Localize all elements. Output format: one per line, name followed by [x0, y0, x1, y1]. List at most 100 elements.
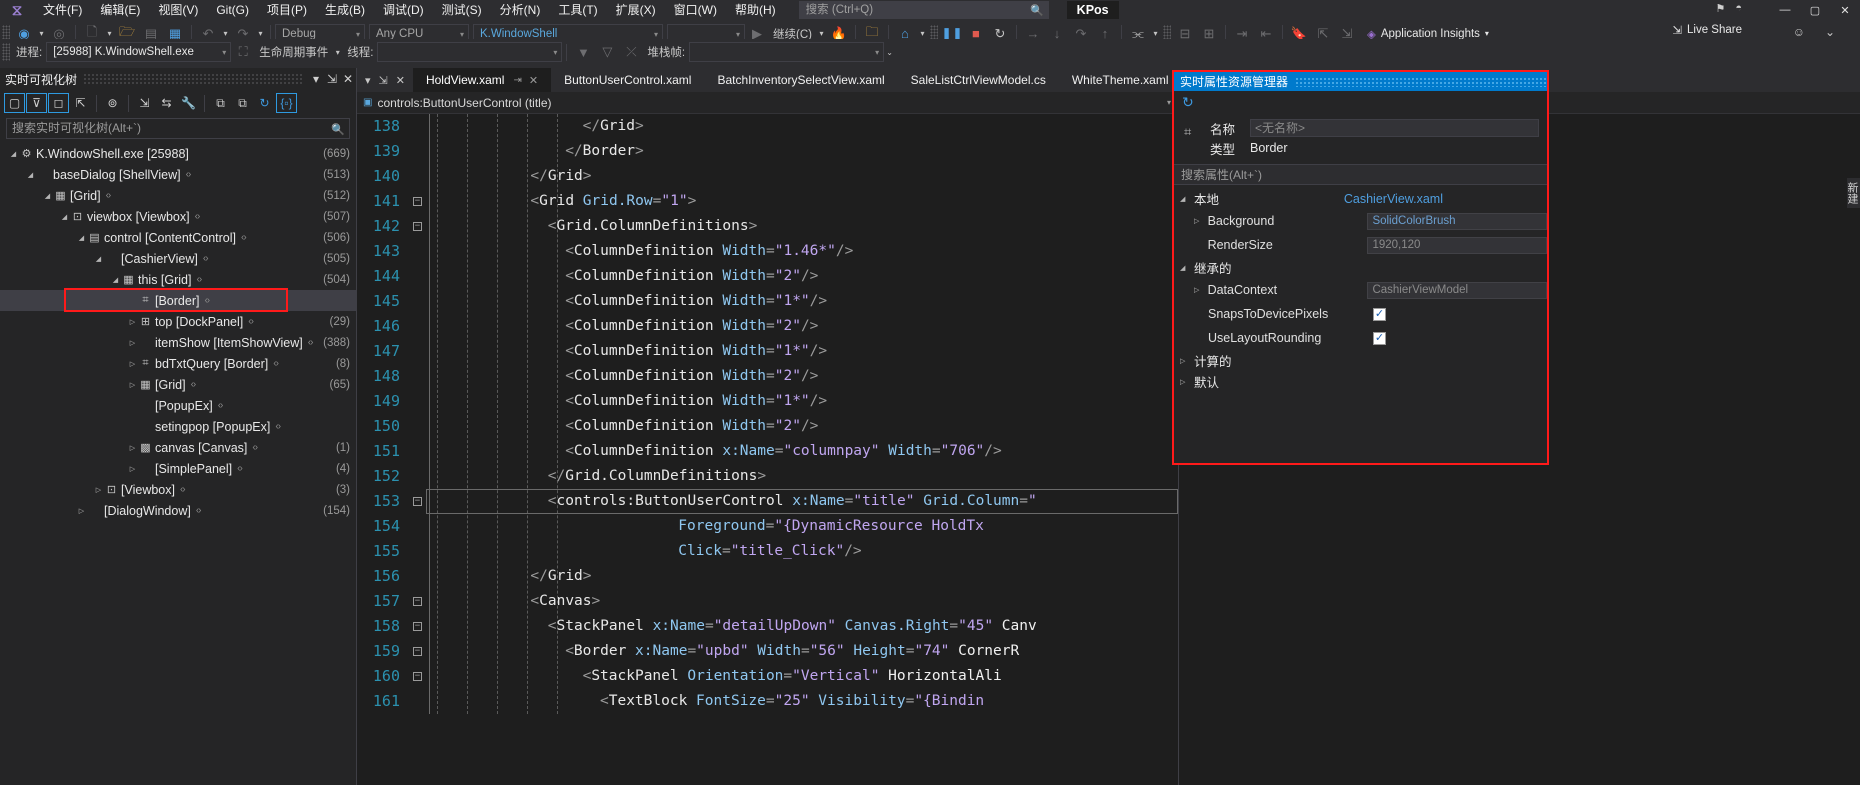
tree-item[interactable]: ▷ ▦ [Grid] ‹› (65)	[0, 374, 356, 395]
close-button[interactable]: ✕	[1830, 4, 1860, 17]
show-source-icon[interactable]: ‹›	[191, 379, 197, 390]
chevron-down-icon[interactable]: ▾	[1167, 98, 1171, 107]
show-source-icon[interactable]: ‹›	[186, 169, 192, 180]
menu-item-6[interactable]: 调试(D)	[374, 0, 433, 20]
live-share-button[interactable]: ⇲ Live Share	[1672, 23, 1742, 37]
notifications-icon[interactable]: ⚑	[1715, 2, 1725, 15]
property-checkbox[interactable]: ✓	[1373, 331, 1386, 345]
editor-tab[interactable]: ButtonUserControl.xaml	[551, 68, 704, 92]
editor-tab[interactable]: SaleListCtrlViewModel.cs	[898, 68, 1059, 92]
show-source-icon[interactable]: ‹›	[195, 211, 201, 222]
search-input[interactable]: 搜索 (Ctrl+Q) 🔍	[798, 1, 1049, 19]
code-line[interactable]: 139 </Border>	[357, 139, 1178, 164]
lifecycle-events-icon[interactable]: ⛶	[231, 41, 255, 63]
expand-arrow-icon[interactable]: ▷	[127, 318, 138, 326]
show-source-icon[interactable]: ‹›	[273, 358, 279, 369]
process-combo[interactable]: [25988] K.WindowShell.exe	[46, 42, 232, 62]
show-source-icon[interactable]: ‹›	[308, 337, 314, 348]
breadcrumb-left[interactable]: ▣ controls:ButtonUserControl (title) ▾	[357, 92, 1178, 114]
filter-clear-icon[interactable]: ▽	[595, 41, 619, 63]
expand-arrow-icon[interactable]: ▷	[127, 360, 138, 368]
copy-xaml-icon[interactable]: ⧉	[210, 93, 231, 113]
collapse-region-icon[interactable]: −	[409, 197, 426, 206]
minimize-button[interactable]: —	[1770, 4, 1800, 16]
tree-item[interactable]: ▷ [SimplePanel] ‹› (4)	[0, 458, 356, 479]
account-icon[interactable]: ◓	[1735, 2, 1742, 15]
search-icon[interactable]: 🔍	[331, 121, 345, 140]
collapse-region-icon[interactable]: −	[409, 222, 426, 231]
show-source-icon[interactable]: ‹›	[241, 232, 247, 243]
select-element-icon[interactable]: ▢	[4, 93, 25, 113]
insights-caret-icon[interactable]: ▾	[1485, 29, 1489, 38]
live-visual-tree-caret-icon[interactable]: ▾	[917, 29, 928, 38]
swap-icon[interactable]: ⇆	[156, 93, 177, 113]
debug-toolbar-grip[interactable]	[2, 43, 10, 61]
toolbar-overflow-icon[interactable]: ⌄	[1825, 25, 1835, 39]
expand-arrow-icon[interactable]: ▷	[1180, 378, 1194, 386]
code-line[interactable]: 155 Click="title_Click"/>	[357, 539, 1178, 564]
show-source-icon[interactable]: ‹›	[180, 484, 186, 495]
show-source-icon[interactable]: ‹›	[275, 421, 281, 432]
editor-tab[interactable]: BatchInventorySelectView.xaml	[704, 68, 897, 92]
pin-icon[interactable]: ⇥	[513, 75, 521, 86]
code-line[interactable]: 146 <ColumnDefinition Width="2"/>	[357, 314, 1178, 339]
code-line[interactable]: 152 </Grid.ColumnDefinitions>	[357, 464, 1178, 489]
property-value-field[interactable]: CashierViewModel	[1367, 281, 1547, 299]
undo-caret-icon[interactable]: ▾	[220, 29, 231, 38]
expand-arrow-icon[interactable]: ▷	[127, 339, 138, 347]
preview-selection-icon[interactable]: ◻	[48, 93, 69, 113]
editor-tab[interactable]: WhiteTheme.xaml	[1059, 68, 1182, 92]
code-line[interactable]: 143 <ColumnDefinition Width="1.46*"/>	[357, 239, 1178, 264]
tree-item[interactable]: ◢ ▦ [Grid] ‹› (512)	[0, 185, 356, 206]
property-row[interactable]: SnapsToDevicePixels ✓	[1174, 302, 1547, 326]
collapse-arrow-icon[interactable]: ◢	[59, 213, 70, 221]
copy-tree-icon[interactable]: ⧉	[232, 93, 253, 113]
redo-caret-icon[interactable]: ▾	[255, 29, 266, 38]
element-name-input[interactable]: <无名称>	[1250, 119, 1539, 137]
show-source-icon[interactable]: ‹›	[218, 400, 224, 411]
code-line[interactable]: 150 <ColumnDefinition Width="2"/>	[357, 414, 1178, 439]
expand-arrow-icon[interactable]: ▷	[127, 444, 138, 452]
property-search-input[interactable]: 搜索属性(Alt+`)	[1174, 164, 1547, 185]
show-source-icon[interactable]: ‹›	[252, 442, 258, 453]
property-panel-drag-handle[interactable]	[1295, 76, 1547, 87]
property-group-header[interactable]: ◢ 继承的	[1174, 257, 1547, 278]
code-line[interactable]: 142− <Grid.ColumnDefinitions>	[357, 214, 1178, 239]
collapse-region-icon[interactable]: −	[409, 647, 426, 656]
menu-item-5[interactable]: 生成(B)	[316, 0, 374, 20]
property-row[interactable]: ▷ DataContext CashierViewModel	[1174, 278, 1547, 302]
collapse-arrow-icon[interactable]: ◢	[110, 276, 121, 284]
expand-arrow-icon[interactable]: ▷	[127, 381, 138, 389]
code-line[interactable]: 161 <TextBlock FontSize="25" Visibility="…	[357, 689, 1178, 714]
property-value-field[interactable]: SolidColorBrush	[1367, 212, 1547, 230]
show-source-icon[interactable]: ‹›	[248, 316, 254, 327]
display-layout-icon[interactable]: ⊽	[26, 93, 47, 113]
tree-item[interactable]: ▷ ⊡ [Viewbox] ‹› (3)	[0, 479, 356, 500]
property-row[interactable]: RenderSize 1920,120	[1174, 233, 1547, 257]
navigate-back-caret-icon[interactable]: ▾	[36, 29, 47, 38]
highlight-icon[interactable]: ⇲	[134, 93, 155, 113]
property-source-link[interactable]: CashierView.xaml	[1344, 192, 1443, 206]
collapse-region-icon[interactable]: −	[409, 497, 426, 506]
close-icon[interactable]: ✕	[340, 72, 356, 86]
track-focus-icon[interactable]: ⇱	[70, 93, 91, 113]
feedback-icon[interactable]: ☺	[1793, 25, 1805, 39]
tree-item[interactable]: ◢ ⚙ K.WindowShell.exe [25988] (669)	[0, 143, 356, 164]
show-source-icon[interactable]: ‹›	[203, 253, 209, 264]
collapse-arrow-icon[interactable]: ◢	[42, 192, 53, 200]
code-line[interactable]: 141− <Grid Grid.Row="1">	[357, 189, 1178, 214]
show-source-icon[interactable]: ‹›	[106, 190, 112, 201]
menu-item-10[interactable]: 扩展(X)	[607, 0, 665, 20]
pin-icon[interactable]: ⇲	[375, 74, 392, 87]
show-source-icon[interactable]: {▫}	[276, 93, 297, 113]
side-tab-new[interactable]: 新建	[1846, 178, 1860, 208]
maximize-button[interactable]: ▢	[1800, 4, 1830, 17]
code-line[interactable]: 148 <ColumnDefinition Width="2"/>	[357, 364, 1178, 389]
code-line[interactable]: 138 </Grid>	[357, 114, 1178, 139]
thread-view-caret-icon[interactable]: ▾	[1150, 29, 1161, 38]
code-line[interactable]: 153− <controls:ButtonUserControl x:Name="…	[357, 489, 1178, 514]
code-line[interactable]: 145 <ColumnDefinition Width="1*"/>	[357, 289, 1178, 314]
collapse-arrow-icon[interactable]: ◢	[1180, 195, 1194, 203]
lifecycle-label[interactable]: 生命周期事件	[255, 44, 332, 60]
stackframe-overflow-icon[interactable]: ⌄	[884, 48, 895, 57]
